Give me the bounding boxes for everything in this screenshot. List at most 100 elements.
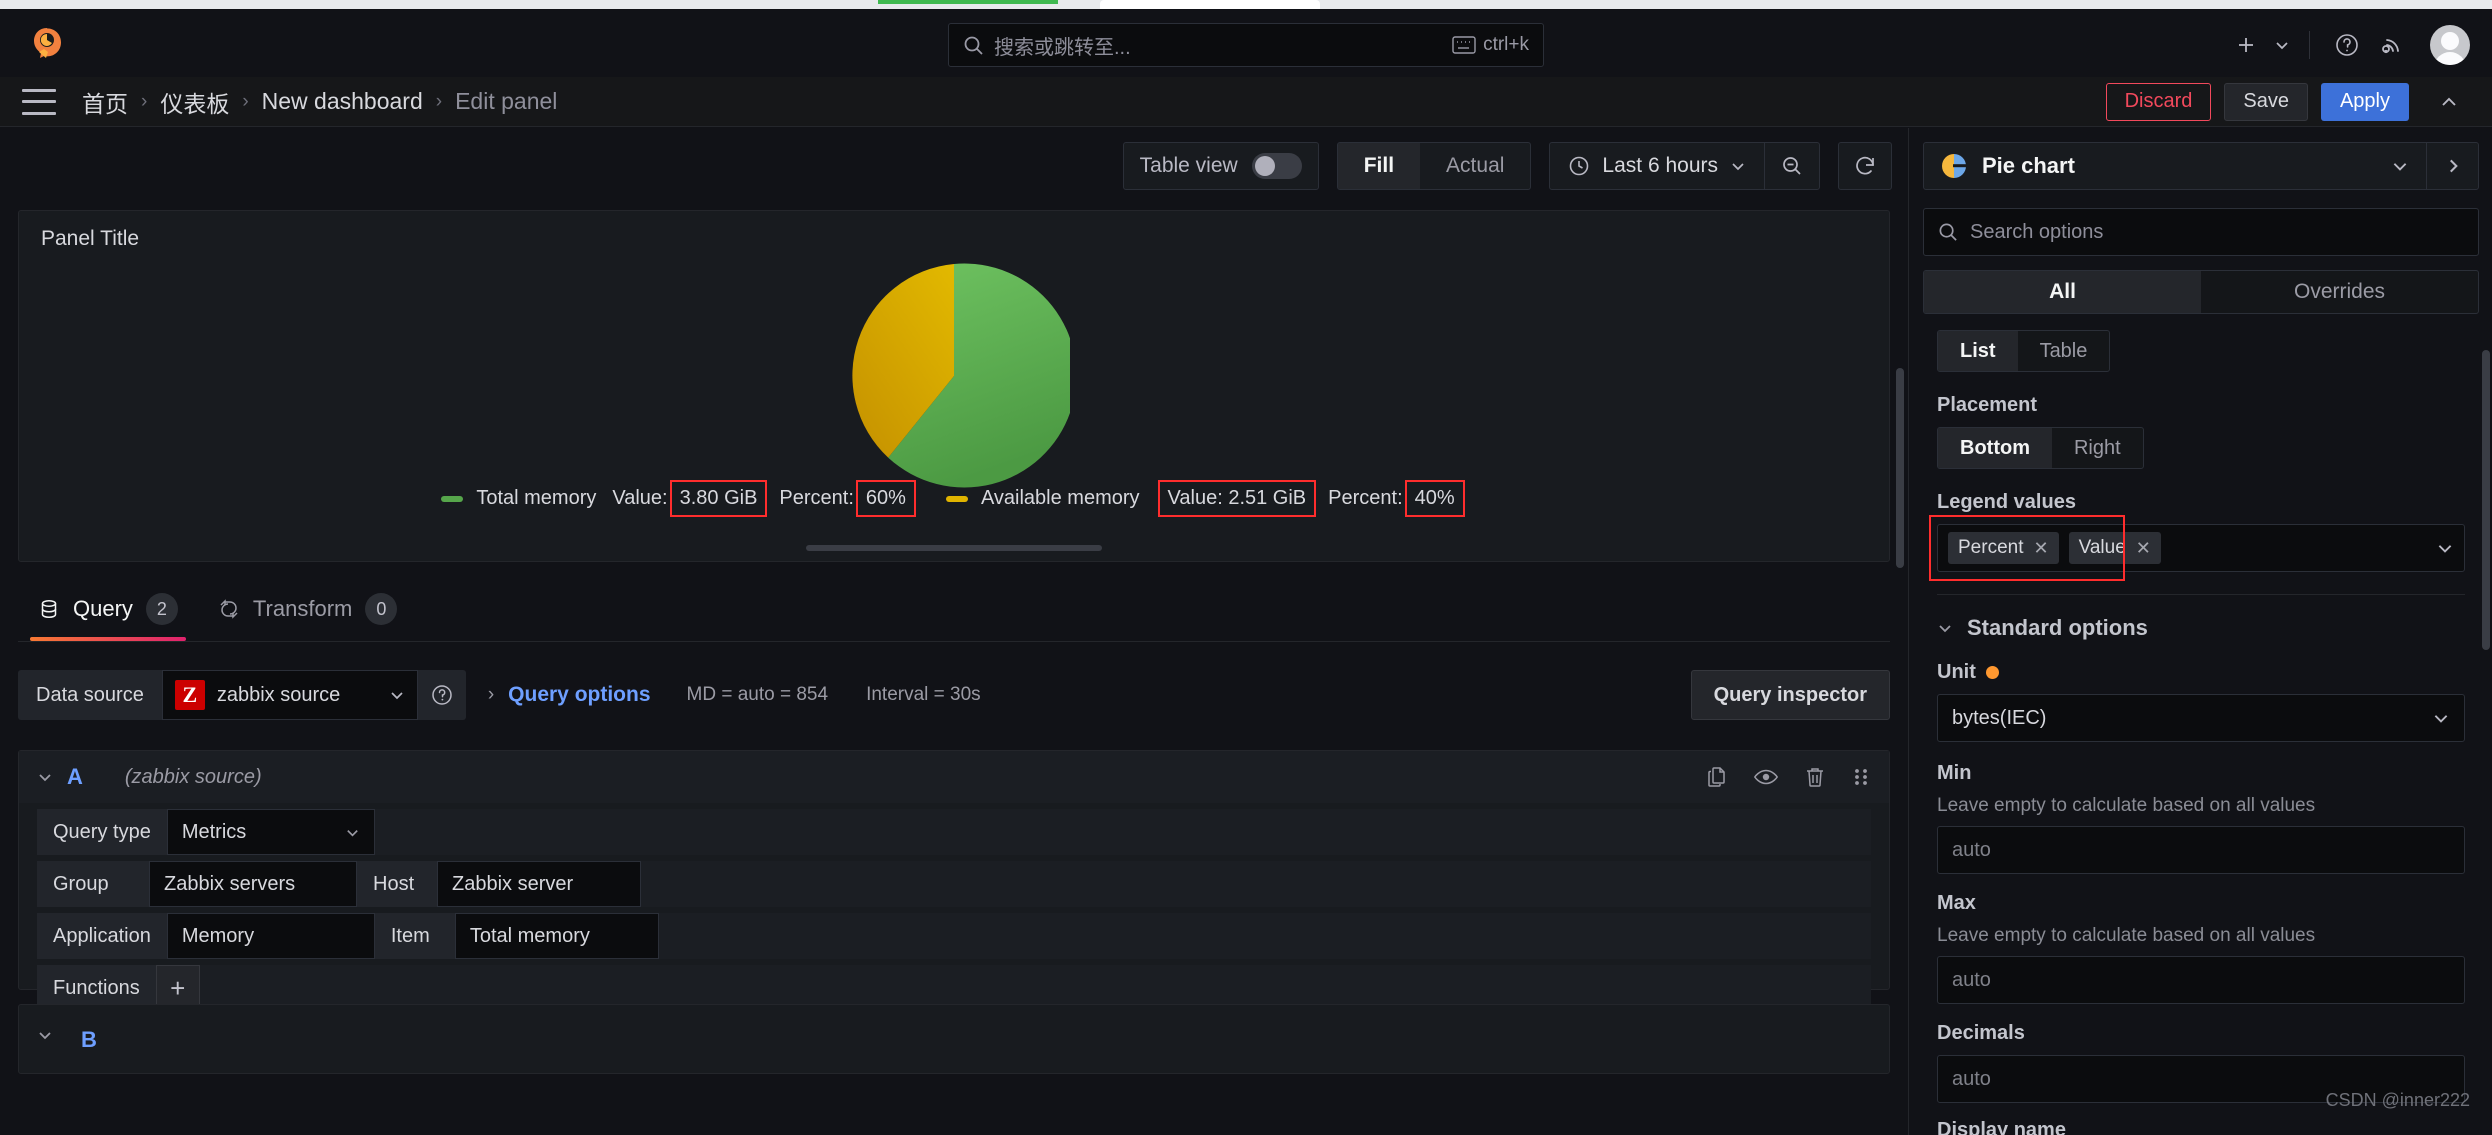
query-ref-id-b[interactable]: B bbox=[81, 1027, 97, 1053]
chevron-down-icon bbox=[389, 687, 405, 703]
visualization-picker[interactable]: Pie chart bbox=[1923, 142, 2479, 190]
page-title: Panel Title bbox=[41, 227, 140, 250]
plus-icon[interactable] bbox=[2223, 23, 2269, 67]
standard-options-header[interactable]: Standard options bbox=[1937, 615, 2465, 641]
discard-button[interactable]: Discard bbox=[2105, 82, 2212, 121]
chevron-down-icon[interactable] bbox=[2436, 539, 2454, 557]
chevron-down-icon[interactable] bbox=[2269, 23, 2295, 67]
max-input[interactable]: auto bbox=[1937, 956, 2465, 1004]
drag-handle-icon[interactable] bbox=[1851, 765, 1871, 789]
rss-icon[interactable] bbox=[2370, 23, 2416, 67]
legend-mode-segmented: List Table bbox=[1937, 330, 2111, 372]
field-value-query-type: Metrics bbox=[181, 820, 247, 843]
field-item[interactable]: Total memory bbox=[454, 913, 659, 959]
left-pane-scrollbar[interactable] bbox=[1896, 368, 1904, 568]
query-ref-id[interactable]: A bbox=[67, 764, 83, 790]
interval-summary: Interval = 30s bbox=[866, 684, 981, 705]
all-overrides-tabs: All Overrides bbox=[1923, 270, 2479, 314]
legend-item-available-memory[interactable]: Available memory Value: 2.51 GiB Percent… bbox=[945, 480, 1467, 517]
browser-tab-active[interactable] bbox=[1100, 0, 1320, 9]
breadcrumb-item-dashboards[interactable]: 仪表板 bbox=[160, 85, 229, 119]
query-editor-row-a: A (zabbix source) Query type Metrics Gro… bbox=[18, 750, 1890, 1011]
chip-remove-icon[interactable]: ✕ bbox=[2033, 538, 2048, 559]
field-label-host: Host bbox=[357, 861, 437, 907]
tab-query[interactable]: Query 2 bbox=[18, 593, 198, 641]
tab-transform-label: Transform bbox=[252, 596, 353, 621]
field-spacer bbox=[641, 861, 1871, 907]
search-shortcut-hint: ctrl+k bbox=[1452, 34, 1529, 56]
min-input[interactable]: auto bbox=[1937, 826, 2465, 874]
placement-bottom[interactable]: Bottom bbox=[1938, 428, 2052, 468]
grafana-logo-icon[interactable] bbox=[28, 25, 66, 63]
field-value-group: Zabbix servers bbox=[164, 872, 296, 895]
datasource-picker[interactable]: Z zabbix source bbox=[161, 670, 418, 720]
field-query-type[interactable]: Metrics bbox=[166, 809, 375, 855]
search-placeholder: 搜索或跳转至... bbox=[994, 36, 1131, 59]
eye-icon[interactable] bbox=[1753, 764, 1779, 790]
refresh-icon[interactable] bbox=[1838, 142, 1892, 190]
field-group[interactable]: Zabbix servers bbox=[149, 861, 357, 907]
actual-option[interactable]: Actual bbox=[1420, 143, 1530, 189]
legend-value-chip-value[interactable]: Value ✕ bbox=[2068, 532, 2161, 564]
datasource-label: Data source bbox=[18, 670, 162, 720]
chevron-right-icon[interactable] bbox=[2426, 143, 2478, 189]
menu-toggle-icon[interactable] bbox=[22, 88, 56, 115]
legend-percent-label: Percent: bbox=[779, 487, 854, 509]
field-label-application: Application bbox=[37, 913, 167, 959]
tab-all[interactable]: All bbox=[1924, 271, 2201, 313]
time-range-picker[interactable]: Last 6 hours bbox=[1550, 143, 1764, 189]
legend-mode-list[interactable]: List bbox=[1938, 331, 2018, 371]
query-options-toggle[interactable]: › Query options bbox=[488, 683, 651, 707]
chevron-down-icon[interactable] bbox=[37, 769, 67, 785]
datasource-help-icon[interactable] bbox=[417, 670, 466, 720]
field-host[interactable]: Zabbix server bbox=[437, 861, 641, 907]
legend-series-name: Total memory bbox=[476, 487, 597, 509]
unit-select[interactable]: bytes(IEC) bbox=[1937, 694, 2465, 742]
chevron-down-icon[interactable] bbox=[37, 1027, 53, 1043]
top-navigation-bar: 搜索或跳转至... ctrl+k bbox=[0, 9, 2492, 77]
apply-button[interactable]: Apply bbox=[2320, 82, 2409, 121]
chevron-up-icon[interactable] bbox=[2428, 83, 2470, 121]
pie-chart[interactable] bbox=[19, 251, 1889, 501]
table-view-toggle[interactable] bbox=[1251, 153, 1302, 179]
tab-transform[interactable]: Transform 0 bbox=[198, 593, 417, 641]
chevron-down-icon bbox=[1937, 620, 1953, 636]
save-button[interactable]: Save bbox=[2224, 82, 2308, 121]
table-view-control[interactable]: Table view bbox=[1122, 142, 1319, 190]
decimals-label: Decimals bbox=[1937, 1022, 2025, 1044]
question-circle-icon[interactable] bbox=[2324, 23, 2370, 67]
visualization-name: Pie chart bbox=[1982, 153, 2075, 178]
breadcrumb-item-home[interactable]: 首页 bbox=[82, 85, 128, 119]
field-value-item: Total memory bbox=[469, 924, 590, 947]
legend-item-total-memory[interactable]: Total memory Value: 3.80 GiB Percent: 60… bbox=[441, 480, 918, 517]
modified-indicator-dot bbox=[1985, 666, 1999, 680]
trash-icon[interactable] bbox=[1803, 765, 1827, 789]
query-field-row: Application Memory Item Total memory bbox=[37, 913, 1871, 959]
breadcrumb-item-new-dashboard[interactable]: New dashboard bbox=[262, 88, 423, 115]
tab-query-label: Query bbox=[73, 596, 133, 621]
chevron-down-icon[interactable] bbox=[2374, 157, 2426, 175]
legend-value: 3.80 GiB bbox=[669, 480, 768, 517]
chip-remove-icon[interactable]: ✕ bbox=[2136, 538, 2151, 559]
legend-value-pair: Value: 2.51 GiB bbox=[1157, 480, 1317, 517]
chevron-right-icon: › bbox=[487, 684, 495, 705]
panel-horizontal-scrollbar[interactable] bbox=[19, 545, 1889, 551]
legend-value-chip-percent[interactable]: Percent ✕ bbox=[1948, 532, 2059, 564]
field-application[interactable]: Memory bbox=[166, 913, 375, 959]
datasource-value: zabbix source bbox=[216, 683, 341, 706]
global-search-input[interactable]: 搜索或跳转至... ctrl+k bbox=[948, 23, 1544, 67]
copy-icon[interactable] bbox=[1705, 765, 1729, 789]
tab-overrides[interactable]: Overrides bbox=[2201, 271, 2478, 313]
breadcrumb-item-edit-panel: Edit panel bbox=[455, 88, 558, 114]
fill-option[interactable]: Fill bbox=[1337, 143, 1421, 189]
placement-right[interactable]: Right bbox=[2052, 428, 2143, 468]
legend-values-multiselect[interactable]: Percent ✕ Value ✕ bbox=[1937, 524, 2465, 572]
options-pane-scrollbar[interactable] bbox=[2482, 350, 2490, 670]
query-inspector-button[interactable]: Query inspector bbox=[1690, 670, 1890, 720]
zoom-out-icon[interactable] bbox=[1765, 143, 1819, 189]
avatar[interactable] bbox=[2430, 25, 2470, 65]
legend-mode-table[interactable]: Table bbox=[2018, 331, 2110, 371]
breadcrumb-separator: › bbox=[242, 90, 249, 112]
field-value-application: Memory bbox=[181, 924, 255, 947]
search-options-input[interactable]: Search options bbox=[1923, 208, 2479, 256]
